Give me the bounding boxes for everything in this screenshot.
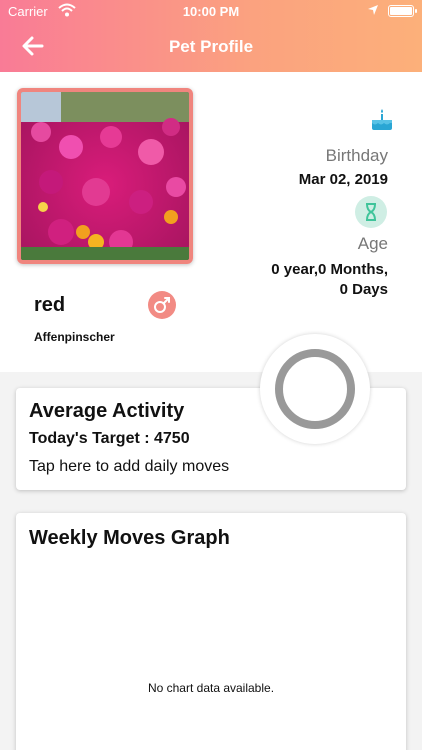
age-value-line1: 0 year,0 Months, [271,261,388,278]
pet-name: red [34,294,66,316]
pet-profile-section: Birthday Mar 02, 2019 Age 0 year,0 Month… [0,72,422,372]
app-header: Carrier 10:00 PM Pet Profile [0,0,422,72]
pet-photo-image [21,92,189,260]
progress-ring-circle [275,349,355,429]
weekly-moves-graph-card: Weekly Moves Graph No chart data availab… [16,513,406,750]
activity-card-title: Average Activity [29,400,185,422]
hourglass-icon [355,196,387,228]
age-value-line2: 0 Days [339,281,388,298]
status-time: 10:00 PM [182,4,240,19]
pet-photo[interactable] [17,88,193,264]
graph-card-title: Weekly Moves Graph [29,527,230,549]
cake-icon [370,108,394,137]
location-arrow-icon [367,4,379,19]
pet-breed: Affenpinscher [34,330,115,344]
birthday-label: Birthday [325,146,388,165]
male-icon [148,291,176,319]
status-bar: Carrier 10:00 PM [0,0,422,24]
birthday-value: Mar 02, 2019 [298,171,388,188]
add-daily-moves-link[interactable]: Tap here to add daily moves [29,458,229,476]
age-label: Age [357,234,388,253]
battery-icon [388,5,417,17]
activity-progress-ring[interactable] [260,334,370,444]
todays-target: Today's Target : 4750 [29,430,190,447]
no-chart-data-message: No chart data available. [147,681,275,695]
page-title: Pet Profile [168,37,254,56]
